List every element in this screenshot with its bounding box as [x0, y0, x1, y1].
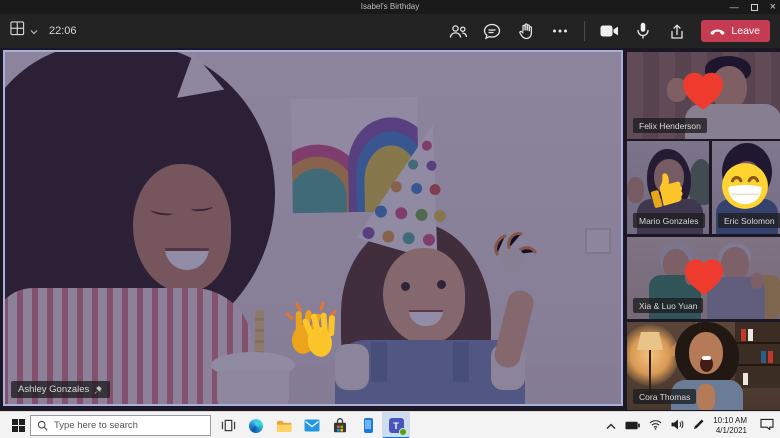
- tray-date: 4/1/2021: [715, 425, 747, 435]
- minimize-button[interactable]: —: [730, 0, 739, 14]
- participants-icon[interactable]: [448, 19, 468, 43]
- cora-teeth: [702, 356, 711, 360]
- start-button[interactable]: [6, 412, 30, 438]
- windows-logo-icon: [11, 419, 25, 432]
- video-tile-mario[interactable]: Mario Gonzales: [627, 141, 709, 234]
- edge-button[interactable]: [242, 412, 270, 438]
- heart-reaction-icon: [679, 68, 727, 117]
- task-view-icon: [221, 419, 235, 432]
- pen-icon[interactable]: [693, 417, 704, 435]
- phone-icon: [363, 418, 373, 433]
- leave-button[interactable]: Leave: [701, 20, 770, 42]
- mail-icon: [304, 419, 320, 432]
- meeting-timer: 22:06: [49, 25, 77, 37]
- taskbar-search[interactable]: [30, 415, 211, 436]
- windows-taskbar: Type here to search T 10:10 AM 4/1/2021: [0, 411, 780, 438]
- teams-icon-letter: T: [393, 420, 399, 431]
- nametag: Felix Henderson: [633, 118, 707, 133]
- nametag: Eric Solomon: [718, 213, 780, 228]
- wifi-icon[interactable]: [649, 417, 662, 435]
- clapping-hands-reaction-icon: [279, 296, 345, 367]
- task-view-button[interactable]: [214, 412, 242, 438]
- presence-available-icon: [398, 428, 407, 436]
- meeting-title: Isabel's Birthday: [360, 2, 420, 11]
- bookshelf: [735, 322, 780, 388]
- tray-time: 10:10 AM: [713, 416, 747, 425]
- grinning-face-reaction-icon: [720, 161, 770, 216]
- search-input[interactable]: [54, 420, 194, 431]
- volume-icon[interactable]: [671, 417, 684, 435]
- edge-icon: [249, 418, 263, 433]
- mail-button[interactable]: [298, 412, 326, 438]
- chat-icon[interactable]: [482, 19, 502, 43]
- nametag: Xia & Luo Yuan: [633, 298, 704, 313]
- video-tile-felix[interactable]: Felix Henderson: [627, 52, 780, 139]
- meeting-stage: Ashley Gonzales Felix Henderson Mario Go…: [0, 48, 780, 411]
- camera-icon[interactable]: [599, 19, 619, 43]
- your-phone-button[interactable]: [354, 412, 382, 438]
- chevron-down-icon[interactable]: [30, 22, 38, 40]
- participant-name: Felix Henderson: [639, 120, 701, 131]
- teams-icon: T: [388, 418, 407, 436]
- video-tile-cora[interactable]: Cora Thomas: [627, 322, 780, 410]
- lamp-pole: [649, 350, 651, 394]
- leave-label: Leave: [731, 25, 760, 37]
- main-video-nametag: Ashley Gonzales: [11, 381, 111, 398]
- maximize-button[interactable]: [750, 3, 758, 11]
- action-center-icon[interactable]: [760, 417, 774, 435]
- file-explorer-button[interactable]: [270, 412, 298, 438]
- grid-view-icon[interactable]: [10, 21, 25, 41]
- teams-taskbar-button[interactable]: T: [382, 412, 410, 438]
- teams-meeting-window: Isabel's Birthday — × 22:06 Leave Ashley…: [0, 0, 780, 438]
- lamp: [637, 332, 663, 350]
- share-screen-icon[interactable]: [667, 19, 687, 43]
- thumbs-up-reaction-icon: [645, 165, 691, 216]
- nametag: Mario Gonzales: [633, 213, 705, 228]
- main-speaker-name: Ashley Gonzales: [18, 384, 90, 395]
- video-tile-eric[interactable]: Eric Solomon: [712, 141, 780, 234]
- title-bar: Isabel's Birthday — ×: [0, 0, 780, 14]
- heart-reaction-icon: [681, 255, 727, 302]
- participant-name: Cora Thomas: [639, 391, 691, 402]
- close-button[interactable]: ×: [770, 0, 776, 14]
- raise-hand-icon[interactable]: [516, 19, 536, 43]
- meeting-toolbar: 22:06 Leave: [0, 14, 780, 48]
- more-icon[interactable]: [550, 19, 570, 43]
- search-icon: [37, 420, 48, 431]
- battery-icon[interactable]: [625, 417, 640, 435]
- main-video-ashley[interactable]: Ashley Gonzales: [3, 50, 623, 406]
- nametag: Cora Thomas: [633, 389, 697, 404]
- store-button[interactable]: [326, 412, 354, 438]
- tray-chevron-up-icon[interactable]: [606, 417, 616, 435]
- pin-icon: [94, 385, 103, 394]
- hangup-phone-icon: [710, 29, 725, 35]
- cora-pressed-hands: [697, 384, 715, 410]
- participant-name: Mario Gonzales: [639, 215, 699, 226]
- participant-name: Xia & Luo Yuan: [639, 300, 698, 311]
- folder-icon: [276, 420, 292, 432]
- participant-name: Eric Solomon: [724, 215, 775, 226]
- store-icon: [334, 418, 346, 433]
- video-tile-xia-luo[interactable]: Xia & Luo Yuan: [627, 237, 780, 319]
- toolbar-divider: [584, 21, 586, 41]
- tray-clock[interactable]: 10:10 AM 4/1/2021: [713, 416, 747, 435]
- mic-icon[interactable]: [633, 19, 653, 43]
